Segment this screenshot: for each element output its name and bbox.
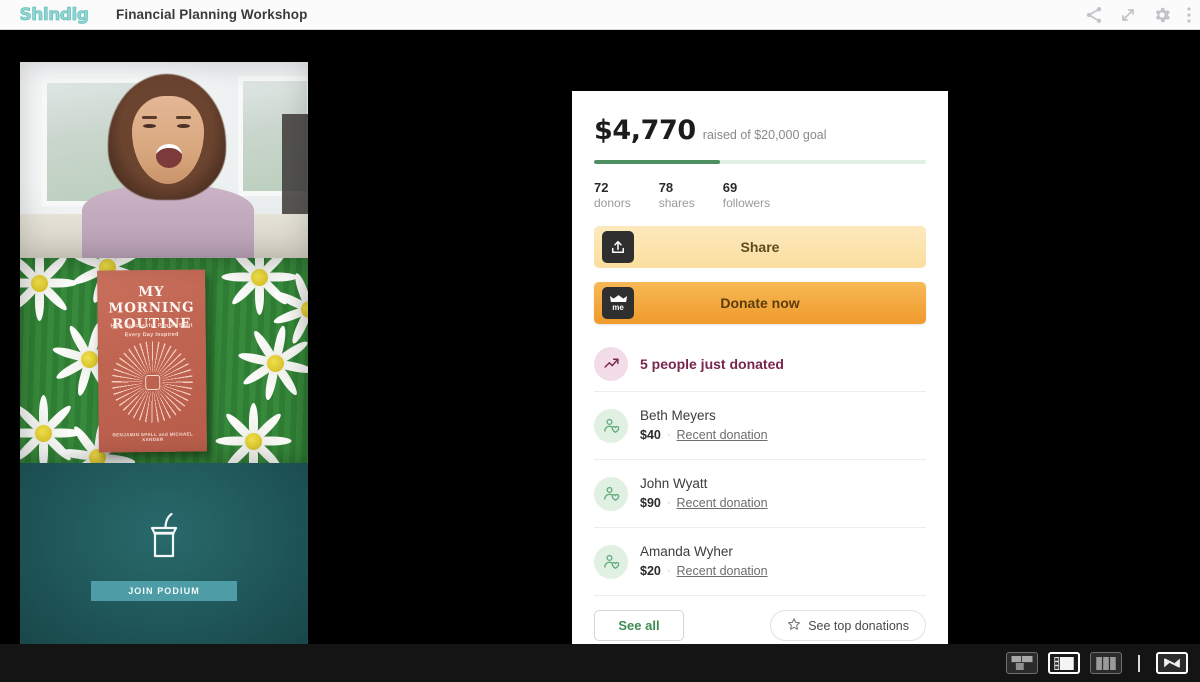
more-vertical-icon[interactable] <box>1186 5 1192 25</box>
separator: · <box>666 565 671 577</box>
join-podium-button[interactable]: JOIN PODIUM <box>91 580 237 601</box>
panel-action-row: See all See top donations <box>594 610 926 641</box>
stat-followers: 69 followers <box>723 180 770 212</box>
webcam-video-tile[interactable] <box>20 62 308 258</box>
donor-amount: $20 <box>640 564 661 578</box>
stat-donors: 72 donors <box>594 180 631 212</box>
share-button-label: Share <box>740 239 780 255</box>
star-icon <box>787 617 801 634</box>
recent-donation-link[interactable]: Recent donation <box>677 426 768 445</box>
donor-info: John Wyatt $90 · Recent donation <box>640 474 768 513</box>
gofundme-me-icon: me <box>602 287 634 319</box>
control-bar-divider <box>1138 654 1140 672</box>
stat-value: 72 <box>594 180 609 195</box>
raised-amount: $4,770 <box>594 115 696 146</box>
stat-label: followers <box>722 196 771 210</box>
person-heart-icon <box>594 408 628 443</box>
stat-value: 78 <box>658 180 674 195</box>
table-row[interactable]: Beth Meyers $40 · Recent donation <box>594 392 926 460</box>
share-icon[interactable] <box>1084 5 1104 25</box>
separator: · <box>666 497 671 509</box>
progress-bar <box>594 160 926 164</box>
shindig-app-window: Shindig Financial Planning Workshop MY M… <box>0 0 1200 682</box>
share-button[interactable]: Share <box>594 226 926 268</box>
layout-grid-button[interactable] <box>1006 652 1038 674</box>
person-heart-icon <box>594 476 628 511</box>
donation-panel: $4,770 raised of $20,000 goal 72 donors … <box>572 91 948 678</box>
shindig-logo: Shindig <box>19 4 89 25</box>
header-icon-group <box>1084 5 1192 25</box>
donor-amount: $90 <box>640 496 661 510</box>
stat-label: donors <box>594 196 631 210</box>
stat-shares: 78 shares <box>659 180 695 212</box>
podium-tile: JOIN PODIUM <box>20 463 308 648</box>
donor-name: Amanda Wyher <box>640 544 733 559</box>
layout-sidebar-button[interactable] <box>1048 652 1080 674</box>
donor-name: Beth Meyers <box>640 408 716 423</box>
donor-meta: $40 · Recent donation <box>640 426 768 445</box>
donor-amount: $40 <box>640 428 661 442</box>
just-donated-text: 5 people just donated <box>640 355 784 372</box>
stats-row: 72 donors 78 shares 69 followers <box>594 180 926 212</box>
person-heart-icon <box>594 544 628 579</box>
app-header: Shindig Financial Planning Workshop <box>0 0 1200 30</box>
participant-tile-column: MY MORNING ROUTINE How Successful People… <box>20 62 308 648</box>
donor-name: John Wyatt <box>640 476 708 491</box>
donate-now-button[interactable]: me Donate now <box>594 282 926 324</box>
stat-label: shares <box>658 196 695 210</box>
video-control-bar <box>0 644 1200 682</box>
gear-icon[interactable] <box>1152 5 1172 25</box>
upload-icon <box>602 231 634 263</box>
donor-meta: $90 · Recent donation <box>640 494 768 513</box>
webcam-vignette <box>20 62 308 258</box>
trending-up-icon <box>594 346 628 381</box>
stat-value: 69 <box>722 180 738 195</box>
podium-icon <box>141 511 187 563</box>
separator: · <box>666 429 671 441</box>
donor-info: Amanda Wyher $20 · Recent donation <box>640 542 768 581</box>
recent-activity-banner: 5 people just donated <box>594 336 926 392</box>
expand-icon[interactable] <box>1118 5 1138 25</box>
donor-info: Beth Meyers $40 · Recent donation <box>640 406 768 445</box>
raised-summary: $4,770 raised of $20,000 goal <box>594 115 926 146</box>
layout-columns-button[interactable] <box>1090 652 1122 674</box>
see-top-donations-button[interactable]: See top donations <box>770 610 926 641</box>
progress-bar-fill <box>594 160 721 164</box>
book-tile-vignette <box>20 258 308 463</box>
recent-donation-link[interactable]: Recent donation <box>677 494 768 513</box>
see-top-label: See top donations <box>808 618 909 633</box>
goal-text: raised of $20,000 goal <box>702 128 827 142</box>
donor-meta: $20 · Recent donation <box>640 562 768 581</box>
table-row[interactable]: John Wyatt $90 · Recent donation <box>594 460 926 528</box>
see-all-button[interactable]: See all <box>594 610 684 641</box>
book-video-tile[interactable]: MY MORNING ROUTINE How Successful People… <box>20 258 308 463</box>
recent-donation-link[interactable]: Recent donation <box>677 562 768 581</box>
donate-button-label: Donate now <box>720 295 800 311</box>
session-title: Financial Planning Workshop <box>116 7 308 22</box>
table-row[interactable]: Amanda Wyher $20 · Recent donation <box>594 528 926 596</box>
video-stage: MY MORNING ROUTINE How Successful People… <box>0 30 1200 678</box>
fullscreen-button[interactable] <box>1156 652 1188 674</box>
